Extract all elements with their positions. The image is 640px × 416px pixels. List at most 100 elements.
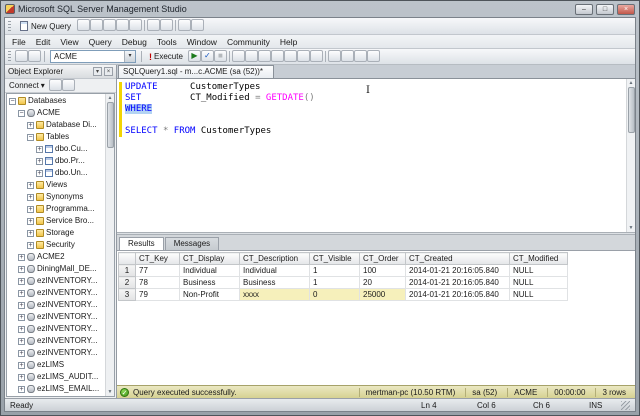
refresh-icon[interactable] [48,78,62,91]
parse-icon[interactable]: ✓ [200,49,214,62]
tree-item-diningmall-de[interactable]: + DiningMall_DE... [7,263,105,275]
tree-item-ezinventory[interactable]: + ezINVENTORY... [7,311,105,323]
save-all-icon[interactable] [129,19,143,31]
tree-item-tables[interactable]: − Tables [7,131,105,143]
tree-item-ezinventory[interactable]: + ezINVENTORY... [7,323,105,335]
menu-debug[interactable]: Debug [117,37,152,47]
expand-icon[interactable]: + [18,289,25,297]
scroll-up-icon[interactable]: ▲ [108,94,113,102]
expand-icon[interactable]: + [36,145,43,153]
panel-close-icon[interactable]: × [104,67,113,76]
tree-item-storage[interactable]: + Storage [7,227,105,239]
expand-icon[interactable]: + [18,385,25,393]
window-position-icon[interactable]: ▾ [93,67,102,76]
code-line[interactable]: SELECT * FROM CustomerTypes [117,126,626,137]
available-databases-select[interactable]: ACME ▾ [50,50,136,63]
menu-community[interactable]: Community [222,37,275,47]
tree-item-ezlims-email[interactable]: + ezLIMS_EMAIL... [7,383,105,395]
tree-item-acme[interactable]: − ACME [7,107,105,119]
grid-column-header[interactable]: CT_Key [135,252,180,265]
tab-messages[interactable]: Messages [164,237,220,250]
expand-icon[interactable]: + [36,157,43,165]
include-actual-plan-icon[interactable] [257,49,271,62]
grid-row-number[interactable]: 1 [118,264,136,277]
tree-item-dbo-un[interactable]: + dbo.Un... [7,167,105,179]
grid-cell[interactable]: Individual [239,264,310,277]
tree-item-views[interactable]: + Views [7,179,105,191]
debug-icon[interactable]: ▶ [187,49,201,62]
tree-item-programma[interactable]: + Programma... [7,203,105,215]
expand-icon[interactable]: + [36,169,43,177]
grid-cell[interactable]: 1 [309,264,360,277]
expand-icon[interactable]: + [27,121,34,129]
results-to-file-icon[interactable] [309,49,323,62]
grid-column-header[interactable]: CT_Display [179,252,240,265]
decrease-indent-icon[interactable] [353,49,367,62]
tree-item-dbo-cu[interactable]: + dbo.Cu... [7,143,105,155]
minimize-button[interactable]: – [575,3,593,15]
editor-scrollbar[interactable]: ▲ ▼ [626,79,635,232]
grid-cell[interactable]: Individual [179,264,240,277]
menu-file[interactable]: File [7,37,31,47]
cancel-query-icon[interactable]: ■ [213,49,227,62]
grid-row-number[interactable]: 3 [118,288,136,301]
collapse-icon[interactable]: − [27,133,34,141]
grid-cell[interactable]: 77 [135,264,180,277]
expand-icon[interactable]: + [27,241,34,249]
grid-cell[interactable]: 2014-01-21 20:16:05.840 [405,288,510,301]
tree-scrollbar[interactable]: ▲ ▼ [105,94,114,396]
menu-edit[interactable]: Edit [31,37,56,47]
menu-tools[interactable]: Tools [152,37,182,47]
collapse-icon[interactable]: − [9,97,16,105]
grid-column-header[interactable]: CT_Visible [309,252,360,265]
sql-editor[interactable]: UPDATE CustomerTypes SET CT_Modified = GE… [117,79,635,232]
query-document-tab[interactable]: SQLQuery1.sql - m...c.ACME (sa (52))* [118,65,275,78]
tree-item-ezinventory[interactable]: + ezINVENTORY... [7,347,105,359]
connect-button[interactable]: Connect ▾ [7,81,47,90]
expand-icon[interactable]: + [27,217,34,225]
expand-icon[interactable]: + [18,265,25,273]
tree-item-databases[interactable]: − Databases [7,95,105,107]
expand-icon[interactable]: + [18,313,25,321]
results-to-grid-icon[interactable] [296,49,310,62]
menu-view[interactable]: View [55,37,83,47]
expand-icon[interactable]: + [18,253,25,261]
grid-cell[interactable]: 25000 [359,288,406,301]
filter-icon[interactable] [61,78,75,91]
grid-column-header[interactable]: CT_Modified [509,252,568,265]
code-line[interactable] [117,115,626,126]
tree-item-ezinventory[interactable]: + ezINVENTORY... [7,335,105,347]
analysis-services-query-icon[interactable] [90,19,104,31]
menu-help[interactable]: Help [275,37,302,47]
database-engine-query-icon[interactable] [77,19,91,31]
results-to-text-icon[interactable] [283,49,297,62]
grid-cell[interactable]: Non-Profit [179,288,240,301]
solution-explorer-icon[interactable] [191,19,205,31]
expand-icon[interactable]: + [18,277,25,285]
maximize-button[interactable]: □ [596,3,614,15]
increase-indent-icon[interactable] [366,49,380,62]
code-line[interactable]: UPDATE CustomerTypes [117,82,626,93]
menu-query[interactable]: Query [84,37,117,47]
expand-icon[interactable]: + [18,373,25,381]
chevron-down-icon[interactable]: ▾ [124,51,135,62]
expand-icon[interactable]: + [18,301,25,309]
collapse-icon[interactable]: − [18,109,25,117]
grid-cell[interactable]: 79 [135,288,180,301]
include-client-statistics-icon[interactable] [270,49,284,62]
execute-button[interactable]: ! Execute [145,50,187,64]
grid-cell[interactable]: xxxx [239,288,310,301]
scroll-down-icon[interactable]: ▼ [108,388,113,396]
grid-cell[interactable]: 20 [359,276,406,289]
expand-icon[interactable]: + [18,361,25,369]
open-file-icon[interactable] [103,19,117,31]
tree-item-dbo-pr[interactable]: + dbo.Pr... [7,155,105,167]
uncomment-icon[interactable] [340,49,354,62]
expand-icon[interactable]: + [27,181,34,189]
tree-item-ezinventory[interactable]: + ezINVENTORY... [7,275,105,287]
tree-item-ezlims-audit[interactable]: + ezLIMS_AUDIT... [7,371,105,383]
print-icon[interactable] [147,19,161,31]
grid-cell[interactable]: 100 [359,264,406,277]
connect-database-icon[interactable] [15,49,28,62]
grid-cell[interactable]: Business [239,276,310,289]
